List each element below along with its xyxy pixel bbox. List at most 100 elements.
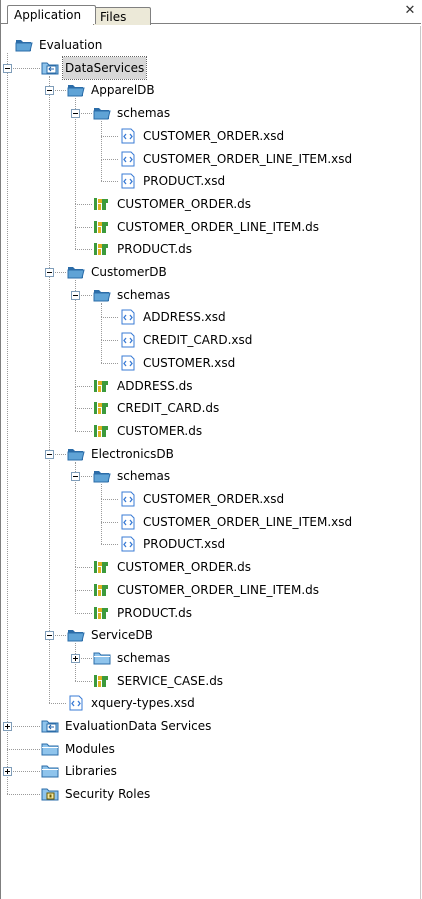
tab-application[interactable]: Application bbox=[7, 5, 96, 24]
collapse-icon[interactable] bbox=[45, 631, 54, 641]
tree-connector-line bbox=[101, 121, 102, 136]
collapse-icon[interactable] bbox=[71, 472, 80, 482]
project-folder-icon bbox=[15, 37, 33, 53]
folder-closed-icon bbox=[41, 741, 59, 757]
tree-item-label: CUSTOMER.xsd bbox=[143, 355, 236, 370]
tree-item-label: Evaluation bbox=[39, 38, 103, 52]
tree-connector-line bbox=[75, 203, 92, 205]
tree-item-label: schemas bbox=[117, 106, 171, 121]
collapse-icon[interactable] bbox=[45, 268, 54, 277]
collapse-icon[interactable] bbox=[45, 449, 54, 459]
tree-item-label: PRODUCT.xsd bbox=[143, 174, 226, 189]
tree-item-label: schemas bbox=[117, 287, 171, 302]
collapse-icon[interactable] bbox=[71, 290, 80, 300]
tree-connector-line bbox=[101, 521, 102, 545]
expand-icon[interactable] bbox=[71, 653, 80, 663]
xsd-file-icon bbox=[119, 491, 137, 507]
xsd-file-icon bbox=[119, 536, 137, 552]
xsd-file-icon bbox=[119, 309, 137, 325]
tree-connector-line bbox=[101, 544, 118, 546]
tree-connector-line bbox=[75, 430, 92, 432]
tree-connector-line bbox=[101, 302, 102, 318]
tree-item-label: schemas bbox=[117, 650, 171, 665]
tab-files[interactable]: Files bbox=[93, 7, 151, 25]
tree-item-label: CUSTOMER_ORDER_LINE_ITEM.xsd bbox=[143, 514, 353, 529]
tree-item-label: CUSTOMER_ORDER.ds bbox=[117, 196, 252, 211]
tree-connector-line bbox=[101, 340, 102, 363]
ds-file-icon bbox=[93, 241, 111, 257]
ds-file-icon bbox=[93, 673, 111, 689]
tree-connector-line bbox=[101, 181, 118, 183]
folder-open-icon bbox=[67, 264, 85, 280]
tree-connector-line bbox=[101, 340, 118, 342]
xsd-file-icon bbox=[67, 695, 85, 711]
tree-connector-line bbox=[75, 113, 76, 204]
tree-item-label: EvaluationData Services bbox=[65, 719, 212, 733]
folder-closed-icon bbox=[41, 763, 59, 779]
tree-connector-line bbox=[75, 612, 92, 614]
close-icon[interactable]: ✕ bbox=[403, 4, 417, 18]
project-tree: Evaluation DataServices ApparelDB schema… bbox=[1, 26, 421, 886]
folder-open-icon bbox=[67, 82, 85, 98]
xsd-file-icon bbox=[119, 332, 137, 348]
tree-connector-line bbox=[101, 158, 102, 182]
folder-closed-icon bbox=[93, 650, 111, 666]
xsd-file-icon bbox=[119, 151, 137, 167]
tree-connector-line bbox=[75, 408, 76, 431]
tree-connector-line bbox=[7, 748, 40, 750]
folder-open-icon bbox=[67, 446, 85, 462]
tree-item-label: ApparelDB bbox=[91, 83, 155, 98]
tree-connector-line bbox=[49, 272, 50, 454]
tab-strip: Application Files ✕ bbox=[1, 0, 421, 26]
tree-item-label: CUSTOMER_ORDER.xsd bbox=[143, 128, 285, 143]
tree-connector-line bbox=[7, 794, 40, 796]
tree-connector-line bbox=[101, 362, 118, 364]
tree-item-label: Modules bbox=[65, 741, 115, 756]
tree-connector-line bbox=[101, 521, 118, 523]
tree-item-label: PRODUCT.ds bbox=[117, 242, 193, 257]
tree-connector-line bbox=[75, 226, 76, 250]
tree-item-label: xquery-types.xsd bbox=[91, 696, 195, 711]
ds-file-icon bbox=[93, 559, 111, 575]
dataservices-icon bbox=[41, 718, 59, 734]
ds-file-icon bbox=[93, 219, 111, 235]
tree-connector-line bbox=[101, 135, 118, 137]
tree-connector-line bbox=[75, 385, 92, 387]
tree-connector-line bbox=[49, 90, 50, 272]
xsd-file-icon bbox=[119, 514, 137, 530]
collapse-icon[interactable] bbox=[71, 109, 80, 119]
tree-item-label: ElectronicsDB bbox=[91, 446, 174, 461]
tree-connector-line bbox=[101, 158, 118, 160]
tree-item-label: CREDIT_CARD.xsd bbox=[143, 333, 253, 348]
tree-item-label: SERVICE_CASE.ds bbox=[117, 673, 224, 688]
tree-connector-line bbox=[101, 499, 102, 522]
folder-open-icon bbox=[93, 287, 111, 303]
tree-item-label: ServiceDB bbox=[91, 628, 153, 643]
tree-connector-line bbox=[75, 226, 92, 228]
folder-open-icon bbox=[67, 627, 85, 643]
tree-connector-line bbox=[101, 317, 102, 341]
collapse-icon[interactable] bbox=[3, 63, 12, 73]
ds-file-icon bbox=[93, 605, 111, 621]
tree-connector-line bbox=[49, 703, 66, 705]
tree-connector-line bbox=[75, 567, 76, 590]
tree-item-label: DataServices bbox=[61, 55, 148, 80]
tree-connector-line bbox=[49, 453, 50, 636]
folder-open-icon bbox=[93, 468, 111, 484]
tree-connector-line bbox=[75, 408, 92, 410]
ds-file-icon bbox=[93, 196, 111, 212]
tree-item-label: ADDRESS.xsd bbox=[143, 310, 226, 325]
tree-connector-line bbox=[75, 249, 92, 251]
expand-icon[interactable] bbox=[3, 767, 12, 777]
expand-icon[interactable] bbox=[3, 722, 12, 731]
tree-item-label: Libraries bbox=[65, 764, 117, 779]
tree-connector-line bbox=[75, 476, 76, 568]
application-panel: Application Files ✕ Evaluation DataServi… bbox=[0, 0, 421, 899]
tree-item-label: Security Roles bbox=[65, 787, 151, 802]
collapse-icon[interactable] bbox=[45, 86, 54, 96]
tree-connector-line bbox=[101, 135, 102, 159]
tree-connector-line bbox=[101, 484, 102, 499]
tree-connector-line bbox=[75, 385, 76, 409]
tree-item-label: PRODUCT.xsd bbox=[143, 537, 226, 552]
tree-connector-line bbox=[7, 67, 8, 726]
